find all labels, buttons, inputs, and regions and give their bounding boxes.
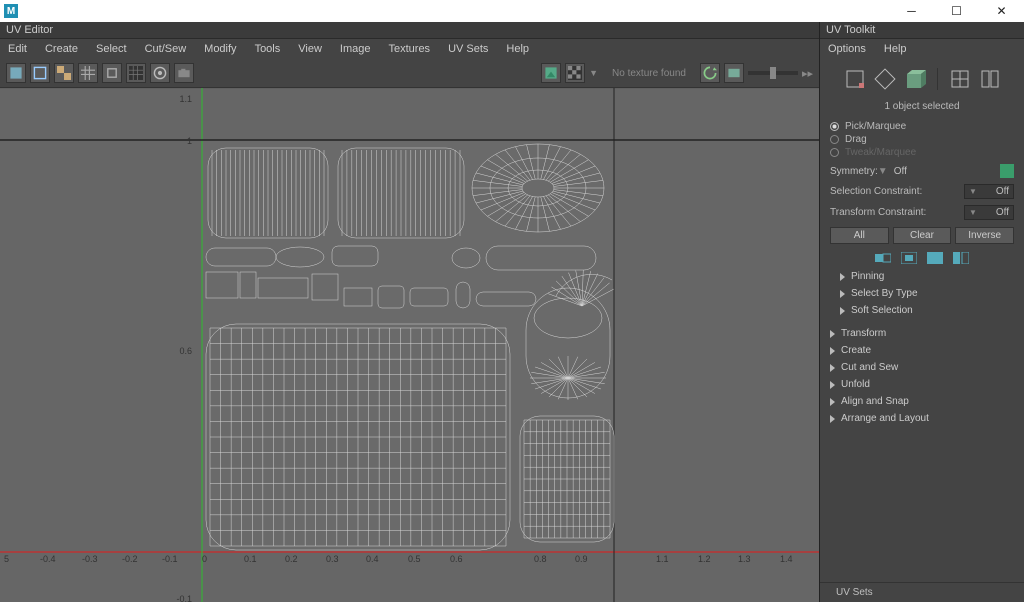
svg-text:-0.2: -0.2: [122, 554, 138, 564]
svg-text:0.9: 0.9: [575, 554, 588, 564]
section-unfold[interactable]: Unfold: [820, 376, 1024, 393]
svg-text:5: 5: [4, 554, 9, 564]
transform-constraint-label: Transform Constraint:: [830, 207, 958, 218]
svg-text:1.2: 1.2: [698, 554, 711, 564]
svg-text:-0.1: -0.1: [176, 594, 192, 602]
svg-text:1.4: 1.4: [780, 554, 793, 564]
menu-textures[interactable]: Textures: [380, 41, 438, 57]
dim-icon[interactable]: [126, 63, 146, 83]
select-clear-button[interactable]: Clear: [893, 227, 952, 244]
svg-text:-0.4: -0.4: [40, 554, 56, 564]
svg-text:0.4: 0.4: [366, 554, 379, 564]
menu-modify[interactable]: Modify: [196, 41, 244, 57]
section-transform[interactable]: Transform: [820, 325, 1024, 342]
maximize-button[interactable]: ☐: [934, 0, 979, 22]
shaded-display-icon[interactable]: [6, 63, 26, 83]
section-select-by-type[interactable]: Select By Type: [820, 285, 1024, 302]
uv-viewport[interactable]: 5 -0.4 -0.3 -0.2 -0.1 0 0.1 0.2 0.3 0.4 0.5 0.6 0.8 0…: [0, 88, 819, 602]
svg-text:0.3: 0.3: [326, 554, 339, 564]
checker-icon[interactable]: [54, 63, 74, 83]
window-titlebar: M ─ ☐ ✕: [0, 0, 1024, 22]
vertex-mode-icon[interactable]: [843, 67, 867, 91]
svg-text:1.3: 1.3: [738, 554, 751, 564]
menu-help[interactable]: Help: [498, 41, 537, 57]
svg-text:0.5: 0.5: [408, 554, 421, 564]
section-cut-and-sew[interactable]: Cut and Sew: [820, 359, 1024, 376]
checker-pattern-icon[interactable]: [565, 63, 585, 83]
mode-drag-radio[interactable]: Drag: [830, 133, 1014, 146]
uv-snapshot-icon[interactable]: [724, 63, 744, 83]
menu-cut-sew[interactable]: Cut/Sew: [137, 41, 195, 57]
uv-editor-menubar: EditCreateSelectCut/SewModifyToolsViewIm…: [0, 39, 819, 59]
camera-icon[interactable]: [174, 63, 194, 83]
mode-tweak-radio[interactable]: Tweak/Marquee: [830, 146, 1014, 159]
svg-text:1: 1: [187, 136, 192, 146]
section-arrange-and-layout[interactable]: Arrange and Layout: [820, 410, 1024, 427]
uv-editor-panel: UV Editor EditCreateSelectCut/SewModifyT…: [0, 22, 820, 602]
section-pinning[interactable]: Pinning: [820, 268, 1024, 285]
face-mode-icon[interactable]: [903, 67, 927, 91]
section-soft-selection[interactable]: Soft Selection: [820, 302, 1024, 319]
refresh-icon[interactable]: [700, 63, 720, 83]
convert-selection-icon[interactable]: [953, 252, 969, 264]
svg-text:1.1: 1.1: [656, 554, 669, 564]
uv-toolkit-panel: UV Toolkit OptionsHelp 1 object selected…: [820, 22, 1024, 602]
flood-selection-icon[interactable]: [927, 252, 943, 264]
menu-create[interactable]: Create: [37, 41, 86, 57]
menu-tools[interactable]: Tools: [247, 41, 289, 57]
dim-image-icon[interactable]: [150, 63, 170, 83]
selection-constraint-dropdown[interactable]: ▼Off: [964, 184, 1014, 199]
svg-text:-0.1: -0.1: [162, 554, 178, 564]
edge-mode-icon[interactable]: [873, 67, 897, 91]
grid-icon[interactable]: [78, 63, 98, 83]
minimize-button[interactable]: ─: [889, 0, 934, 22]
svg-text:0: 0: [202, 554, 207, 564]
svg-text:0.1: 0.1: [244, 554, 257, 564]
symmetry-label: Symmetry:: [830, 166, 878, 177]
selection-constraint-label: Selection Constraint:: [830, 186, 958, 197]
menu-image[interactable]: Image: [332, 41, 379, 57]
section-align-and-snap[interactable]: Align and Snap: [820, 393, 1024, 410]
close-button[interactable]: ✕: [979, 0, 1024, 22]
menu-uv-sets[interactable]: UV Sets: [440, 41, 496, 57]
svg-text:-0.3: -0.3: [82, 554, 98, 564]
selection-info: 1 object selected: [820, 99, 1024, 118]
texture-image-icon[interactable]: [541, 63, 561, 83]
uv-editor-title: UV Editor: [0, 22, 819, 39]
uv-shell-mode-icon[interactable]: [948, 67, 972, 91]
isolate-icon[interactable]: [102, 63, 122, 83]
symmetry-icon[interactable]: [1000, 164, 1014, 178]
texture-status: No texture found: [612, 68, 686, 79]
uv-mode-icon[interactable]: [978, 67, 1002, 91]
transform-constraint-dropdown[interactable]: ▼Off: [964, 205, 1014, 220]
uv-toolkit-menubar: OptionsHelp: [820, 39, 1024, 59]
app-icon: M: [4, 4, 18, 18]
menu-view[interactable]: View: [290, 41, 330, 57]
svg-text:0.6: 0.6: [179, 346, 192, 356]
uv-toolkit-title: UV Toolkit: [820, 22, 1024, 39]
svg-text:1.1: 1.1: [179, 94, 192, 104]
exposure-slider[interactable]: [748, 71, 798, 75]
menu-edit[interactable]: Edit: [0, 41, 35, 57]
grow-selection-icon[interactable]: [875, 252, 891, 264]
select-inverse-button[interactable]: Inverse: [955, 227, 1014, 244]
select-all-button[interactable]: All: [830, 227, 889, 244]
uv-editor-toolbar: ▼ No texture found ▸▸: [0, 59, 819, 88]
wireframe-display-icon[interactable]: [30, 63, 50, 83]
tk-menu-help[interactable]: Help: [876, 41, 915, 57]
svg-text:0.2: 0.2: [285, 554, 298, 564]
svg-text:0.8: 0.8: [534, 554, 547, 564]
mode-pick-radio[interactable]: Pick/Marquee: [830, 120, 1014, 133]
svg-text:0.6: 0.6: [450, 554, 463, 564]
tk-menu-options[interactable]: Options: [820, 41, 874, 57]
shrink-selection-icon[interactable]: [901, 252, 917, 264]
uv-sets-section[interactable]: UV Sets: [820, 582, 1024, 602]
section-create[interactable]: Create: [820, 342, 1024, 359]
symmetry-value[interactable]: Off: [894, 166, 1000, 177]
menu-select[interactable]: Select: [88, 41, 135, 57]
